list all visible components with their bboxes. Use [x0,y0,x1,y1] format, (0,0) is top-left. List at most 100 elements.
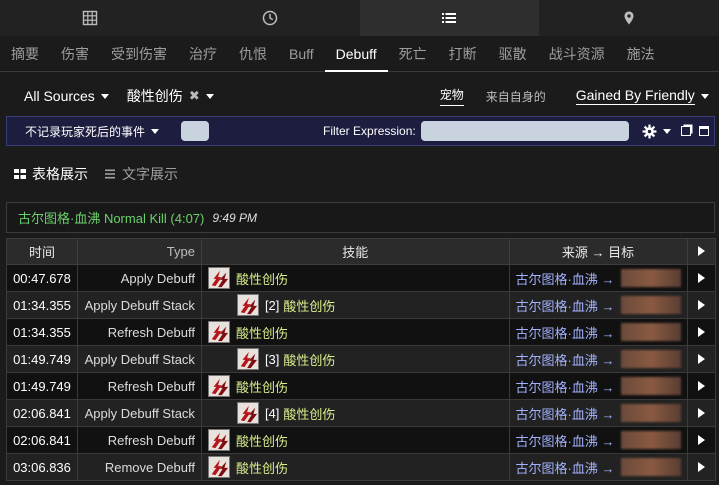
table-row[interactable]: 01:49.749 Apply Debuff Stack [3] 酸性创伤 古尔图格·血… [6,345,716,373]
tab-threat[interactable]: 仇恨 [228,36,278,72]
source-link[interactable]: 古尔图格·血沸 → [516,269,615,288]
target-redacted [620,296,681,314]
event-type: Refresh Debuff [76,372,202,400]
event-type: Refresh Debuff [76,318,202,346]
table-row[interactable]: 02:06.841 Apply Debuff Stack [4] 酸性创伤 古尔图格·血… [6,399,716,427]
tab-healing[interactable]: 治疗 [178,36,228,72]
event-time: 01:34.355 [6,291,78,319]
header-time[interactable]: 时间 [6,238,78,265]
header-skill[interactable]: 技能 [200,238,510,265]
expand-row-button[interactable] [686,264,716,292]
fight-time: 9:49 PM [212,210,258,225]
source-link[interactable]: 古尔图格·血沸 → [516,377,615,396]
table-view-option[interactable]: 表格展示 [14,164,88,184]
event-type: Apply Debuff [76,264,202,292]
tab-damage-taken[interactable]: 受到伤害 [100,36,178,72]
table-row[interactable]: 01:34.355 Apply Debuff Stack [2] 酸性创伤 古尔图格·血… [6,291,716,319]
target-redacted [620,404,681,422]
table-row[interactable]: 00:47.678 Apply Debuff 酸性创伤 古尔图格·血沸 → [6,264,716,292]
event-type: Apply Debuff Stack [76,399,202,427]
event-time: 01:49.749 [6,372,78,400]
grid-view-tab[interactable] [0,0,180,36]
ignore-deaths-input[interactable] [181,121,210,141]
table-row[interactable]: 03:06.836 Remove Debuff 酸性创伤 古尔图格·血沸 → [6,453,716,481]
gained-by-label: Gained By Friendly [575,87,695,105]
fight-info-bar[interactable]: 古尔图格·血沸 Normal Kill (4:07) 9:49 PM [6,202,715,233]
skill-link[interactable]: 酸性创伤 [236,431,288,450]
tab-deaths[interactable]: 死亡 [388,36,438,72]
source-link[interactable]: 古尔图格·血沸 → [516,431,615,450]
expand-row-button[interactable] [686,345,716,373]
source-link[interactable]: 古尔图格·血沸 → [516,350,615,369]
tab-debuffs[interactable]: Debuff [324,36,388,72]
from-self-toggle[interactable]: 来自自身的 [486,88,546,105]
tab-dispels[interactable]: 驱散 [488,36,538,72]
tab-casts[interactable]: 施法 [616,36,666,72]
event-skill-cell: 酸性创伤 [200,318,510,346]
event-time: 01:49.749 [6,345,78,373]
play-icon [697,407,705,418]
event-time: 02:06.841 [6,399,78,427]
settings-dropdown[interactable] [642,124,671,139]
event-type: Refresh Debuff [76,426,202,454]
expand-row-button[interactable] [686,453,716,481]
source-link[interactable]: 古尔图格·血沸 → [516,404,615,423]
expand-row-button[interactable] [686,426,716,454]
table-row[interactable]: 01:34.355 Refresh Debuff 酸性创伤 古尔图格·血沸 → [6,318,716,346]
chevron-down-icon [205,93,214,99]
skill-link[interactable]: 酸性创伤 [283,350,335,369]
filter-expression-label: Filter Expression: [323,124,416,138]
skill-link[interactable]: 酸性创伤 [236,323,288,342]
event-source-target: 古尔图格·血沸 → [508,453,688,481]
tab-buffs[interactable]: Buff [278,36,325,72]
tab-interrupts[interactable]: 打断 [438,36,488,72]
acid-wound-skill-icon [236,402,259,424]
skill-link[interactable]: 酸性创伤 [236,269,288,288]
table-row[interactable]: 01:49.749 Refresh Debuff 酸性创伤 古尔图格·血沸 → [6,372,716,400]
skill-link[interactable]: 酸性创伤 [283,404,335,423]
event-time: 02:06.841 [6,426,78,454]
acid-wound-skill-icon [207,375,230,397]
header-source-target[interactable]: 来源 → 目标 [508,238,688,265]
tab-resources[interactable]: 战斗资源 [538,36,616,72]
event-skill-cell: 酸性创伤 [200,372,510,400]
map-view-tab[interactable] [539,0,719,36]
skill-link[interactable]: 酸性创伤 [236,377,288,396]
source-link[interactable]: 古尔图格·血沸 → [516,458,615,477]
events-view-tab[interactable] [359,0,540,36]
event-source-target: 古尔图格·血沸 → [508,399,688,427]
gained-by-dropdown[interactable]: Gained By Friendly [575,87,709,105]
target-redacted [620,431,681,449]
text-view-option[interactable]: 文字展示 [104,164,178,184]
tab-summary[interactable]: 摘要 [0,36,50,72]
filter-row: All Sources 酸性创伤 ✖ 宠物 来自自身的 Gained By Fr… [0,80,719,112]
acid-wound-skill-icon [236,348,259,370]
skill-link[interactable]: 酸性创伤 [283,296,335,315]
ability-dropdown[interactable]: 酸性创伤 ✖ [127,86,214,106]
event-time: 01:34.355 [6,318,78,346]
table-row[interactable]: 02:06.841 Refresh Debuff 酸性创伤 古尔图格·血沸 → [6,426,716,454]
restore-window-icon[interactable] [680,126,691,136]
expand-row-button[interactable] [686,291,716,319]
ignore-deaths-dropdown[interactable]: 不记录玩家死后的事件 [25,123,160,140]
skill-link[interactable]: 酸性创伤 [236,458,288,477]
expand-row-button[interactable] [686,399,716,427]
expand-row-button[interactable] [686,372,716,400]
header-expand[interactable] [686,238,716,265]
filter-expression-input[interactable] [420,121,629,141]
target-redacted [620,350,681,368]
event-time: 03:06.836 [6,453,78,481]
clear-ability-icon[interactable]: ✖ [189,88,200,104]
source-link[interactable]: 古尔图格·血沸 → [516,323,615,342]
chevron-down-icon [662,128,671,134]
header-type[interactable]: Type [76,238,202,265]
timeline-view-tab[interactable] [180,0,360,36]
maximize-window-icon[interactable] [698,126,709,136]
source-dropdown[interactable]: All Sources [24,88,109,104]
debuff-events-table: 时间 Type 技能 来源 → 目标 00:47.678 Apply Debuff… [6,238,716,481]
event-type: Remove Debuff [76,453,202,481]
source-link[interactable]: 古尔图格·血沸 → [516,296,615,315]
tab-damage-done[interactable]: 伤害 [50,36,100,72]
expand-row-button[interactable] [686,318,716,346]
pets-toggle[interactable]: 宠物 [439,86,464,106]
